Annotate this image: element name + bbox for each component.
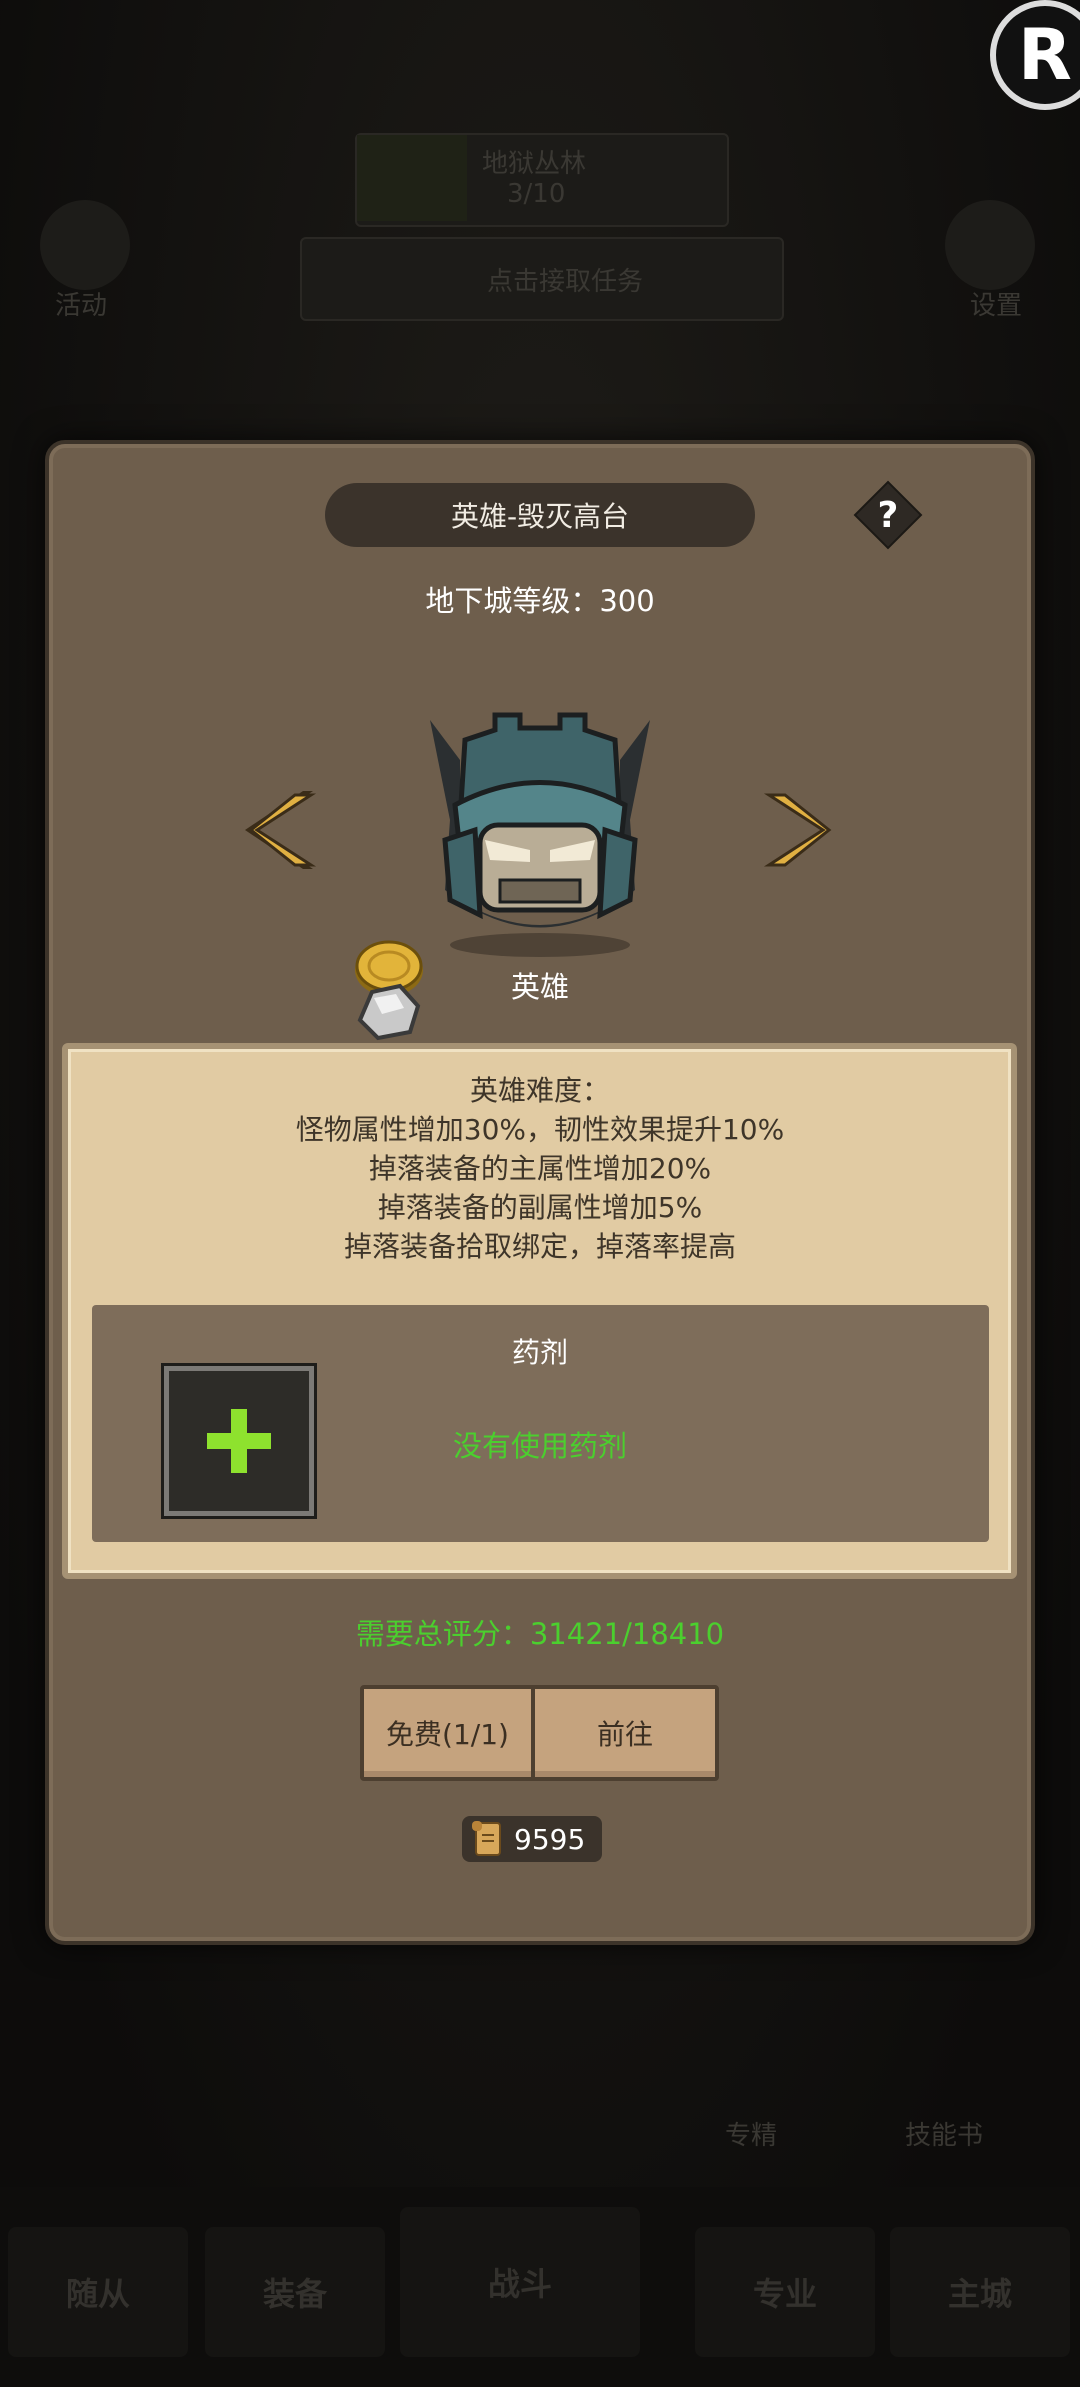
activity-icon: [40, 200, 130, 290]
required-score: 需要总评分：31421/18410: [355, 1617, 725, 1651]
potion-status: 没有使用药剂: [452, 1429, 627, 1463]
feature-label-2: 技能书: [905, 2121, 984, 2151]
stage-progress: 3/10: [507, 179, 566, 209]
difficulty-heading: 英雄难度：: [469, 1074, 610, 1107]
dungeon-level: 地下城等级：300: [425, 584, 655, 618]
nav-tab-profession: 专业: [695, 2227, 875, 2357]
quest-bar: 点击接取任务: [300, 237, 784, 321]
help-symbol: ?: [878, 495, 899, 536]
potion-slot[interactable]: [161, 1363, 317, 1519]
dungeon-title: 英雄-毁灭高台: [325, 483, 755, 547]
nav-tab-city: 主城: [890, 2227, 1070, 2357]
help-icon[interactable]: ?: [853, 480, 923, 550]
settings-icon: [945, 200, 1035, 290]
difficulty-line-1: 怪物属性增加30%，韧性效果提升10%: [295, 1113, 785, 1146]
plus-icon: [207, 1409, 271, 1473]
difficulty-line-2: 掉落装备的主属性增加20%: [368, 1152, 712, 1185]
go-button[interactable]: 前往: [531, 1685, 719, 1781]
stage-banner: 地狱丛林 3/10: [355, 133, 729, 227]
boss-helmet-icon: [430, 712, 650, 957]
nav-tab-equipment: 装备: [205, 2227, 385, 2357]
feature-label-1: 专精: [725, 2121, 778, 2151]
potion-title: 药剂: [511, 1336, 568, 1369]
currency-value: 9595: [514, 1822, 586, 1856]
difficulty-line-4: 掉落装备拾取绑定，掉落率提高: [343, 1230, 736, 1263]
difficulty-line-3: 掉落装备的副属性增加5%: [377, 1191, 703, 1224]
currency-display: 9595: [462, 1816, 602, 1862]
settings-label: 设置: [970, 291, 1023, 321]
nav-tab-battle: 战斗: [400, 2207, 640, 2357]
boss-label: 英雄: [510, 970, 569, 1004]
free-entry-button[interactable]: 免费(1/1): [360, 1685, 535, 1781]
quest-prompt: 点击接取任务: [487, 267, 644, 297]
right-arrow-icon[interactable]: [757, 785, 837, 875]
left-arrow-icon[interactable]: [243, 785, 323, 875]
stage-name: 地狱丛林: [482, 149, 587, 179]
activity-label: 活动: [55, 291, 108, 321]
scroll-icon: [472, 1821, 501, 1856]
bottom-nav: 随从 装备 战斗 专业 主城: [0, 2187, 1080, 2387]
nav-tab-followers: 随从: [8, 2227, 188, 2357]
